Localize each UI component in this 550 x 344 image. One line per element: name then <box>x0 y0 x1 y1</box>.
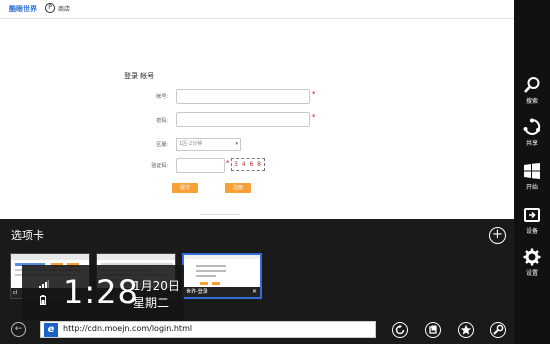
region-select-value: 1区-2分钟 <box>179 141 203 147</box>
share-icon <box>523 118 541 135</box>
tab-close-icon[interactable]: ✕ <box>252 287 257 297</box>
captcha-required-mark: * <box>226 159 230 167</box>
charm-start-label: 开始 <box>525 184 538 191</box>
charm-share[interactable]: 共享 <box>514 118 550 147</box>
star-icon <box>460 324 472 335</box>
charm-devices[interactable]: 设备 <box>514 206 550 235</box>
account-required-mark: * <box>312 90 316 98</box>
account-label: 帐号: <box>156 94 168 100</box>
devices-icon <box>524 208 540 222</box>
pin-button[interactable] <box>425 322 441 338</box>
tab-caption: 世界-登录 <box>184 287 260 297</box>
password-label: 密码: <box>156 118 168 124</box>
chevron-down-icon: ▾ <box>235 141 238 147</box>
pin-icon <box>429 325 437 334</box>
gear-icon <box>523 248 541 266</box>
charms-bar: 搜索 共享 开始 设备 设置 <box>514 0 550 344</box>
site-logo[interactable]: 酷眼世界 <box>9 4 37 14</box>
region-select[interactable]: 1区-2分钟 ▾ <box>176 138 241 151</box>
tab-thumbnail-active[interactable]: 世界-登录 ✕ <box>182 253 262 299</box>
favorites-button[interactable] <box>458 322 474 338</box>
signal-icon <box>39 280 49 288</box>
charm-search[interactable]: 搜索 <box>514 76 550 105</box>
captcha-image[interactable]: 3 4 6 8 <box>231 158 265 171</box>
account-input[interactable] <box>176 89 310 104</box>
region-label: 区服: <box>156 142 168 148</box>
captcha-label: 验证码: <box>151 163 168 169</box>
charm-devices-label: 设备 <box>525 228 538 235</box>
search-icon <box>524 77 540 93</box>
battery-icon <box>40 295 46 305</box>
charm-start[interactable]: 开始 <box>514 162 550 191</box>
captcha-input[interactable] <box>176 158 225 173</box>
refresh-icon <box>395 324 405 335</box>
site-top-bar: 酷眼世界 P 商店 <box>0 0 514 19</box>
login-form-title: 登录 帐号 <box>124 72 155 80</box>
site-top-link[interactable]: 商店 <box>58 4 70 13</box>
clock-time: 1:28 <box>63 273 139 311</box>
tab-preview <box>184 255 260 285</box>
web-page: 酷眼世界 P 商店 登录 帐号 帐号: * 密码: * 区服: 1区-2分钟 ▾… <box>0 0 514 219</box>
charm-share-label: 共享 <box>525 140 538 147</box>
windows-icon <box>524 163 540 179</box>
site-p-icon[interactable]: P <box>45 3 55 13</box>
page-tools-button[interactable] <box>490 322 506 338</box>
password-input[interactable] <box>176 112 310 127</box>
submit-button[interactable]: 提交 <box>172 183 198 193</box>
address-url[interactable]: http://cdn.moejn.com/login.html <box>63 324 192 333</box>
add-tab-button[interactable]: + <box>489 227 506 244</box>
wrench-icon <box>493 324 504 335</box>
clock-day: 星期二 <box>133 296 170 310</box>
refresh-button[interactable] <box>392 322 408 338</box>
ie-icon: e <box>44 323 58 337</box>
page-divider <box>200 214 240 215</box>
back-button[interactable]: ← <box>11 322 26 337</box>
charm-settings[interactable]: 设置 <box>514 248 550 277</box>
register-button[interactable]: 注册 <box>225 183 251 193</box>
clock-date: 1月20日 <box>133 279 180 293</box>
tabs-title: 选项卡 <box>11 229 44 242</box>
password-required-mark: * <box>312 113 316 121</box>
charm-search-label: 搜索 <box>525 98 538 105</box>
address-bar[interactable]: e http://cdn.moejn.com/login.html <box>40 321 376 338</box>
charm-settings-label: 设置 <box>525 270 538 277</box>
